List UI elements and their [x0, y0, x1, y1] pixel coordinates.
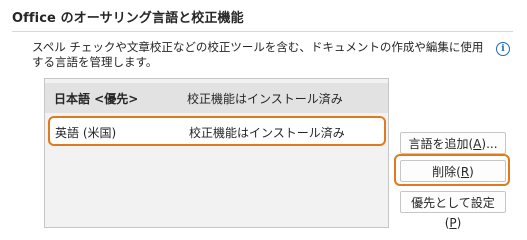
- language-list[interactable]: 日本語 <優先> 校正機能はインストール済み 英語 (米国) 校正機能はインスト…: [44, 78, 389, 228]
- language-row-japanese[interactable]: 日本語 <優先> 校正機能はインストール済み: [45, 83, 388, 113]
- language-status: 校正機能はインストール済み: [189, 126, 345, 140]
- add-language-label: 言語を追加(: [408, 137, 474, 151]
- section-description: スペル チェックや文章校正などの校正ツールを含む、ドキュメントの作成や編集に使用…: [32, 40, 484, 69]
- add-language-button[interactable]: 言語を追加(A)...: [400, 132, 506, 154]
- language-row-english-us[interactable]: 英語 (米国) 校正機能はインストール済み: [48, 116, 386, 146]
- language-name: 日本語 <優先>: [54, 92, 139, 106]
- remove-mnemonic: R: [460, 165, 470, 179]
- set-default-mnemonic: P: [449, 216, 457, 230]
- add-language-suffix: )...: [481, 137, 498, 151]
- language-name: 英語 (米国): [55, 126, 117, 140]
- remove-label: 削除(: [432, 165, 461, 179]
- remove-suffix: ): [469, 165, 474, 179]
- language-status: 校正機能はインストール済み: [187, 92, 343, 106]
- section-title: Office のオーサリング言語と校正機能: [12, 11, 244, 26]
- section-divider: [12, 31, 513, 32]
- set-as-default-button[interactable]: 優先として設定(P): [400, 191, 506, 230]
- set-default-suffix: ): [456, 216, 462, 230]
- remove-button[interactable]: 削除(R): [400, 160, 506, 182]
- info-icon[interactable]: i: [496, 42, 510, 56]
